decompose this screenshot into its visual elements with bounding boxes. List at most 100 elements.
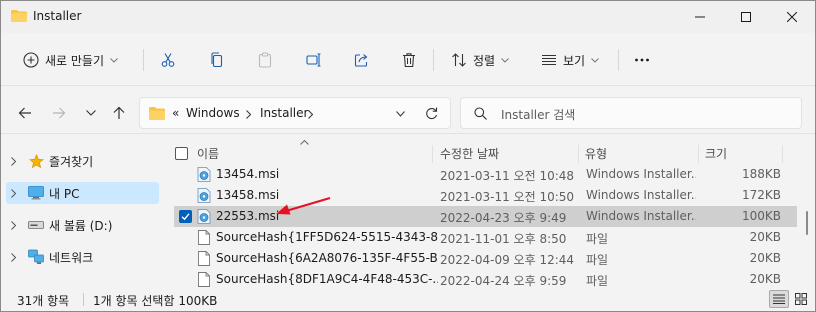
column-divider[interactable]	[782, 145, 783, 163]
column-divider[interactable]	[578, 145, 579, 163]
details-view-icon	[773, 294, 785, 304]
paste-icon	[258, 52, 272, 68]
toolbar-divider	[618, 49, 619, 71]
column-header-date[interactable]: 수정한 날짜	[440, 145, 499, 162]
more-button[interactable]	[634, 43, 650, 77]
copy-button[interactable]	[209, 43, 225, 77]
sidebar-item-network[interactable]: 네트워크	[6, 246, 159, 268]
file-row[interactable]: SourceHash{8DF1A9C4-4F48-453C-... 2022-04…	[174, 269, 797, 287]
breadcrumb-overflow[interactable]: «	[172, 106, 179, 120]
details-view-button[interactable]	[769, 290, 789, 308]
file-type: 파일	[586, 274, 609, 287]
file-row[interactable]: 13454.msi 2021-03-11 오전 10:48 Windows Inst…	[174, 164, 797, 185]
network-icon	[28, 249, 44, 264]
file-row[interactable]: 13458.msi 2021-03-11 오전 10:50 Windows Inst…	[174, 185, 797, 206]
vertical-scrollbar[interactable]	[800, 137, 814, 287]
chevron-right-icon	[308, 110, 313, 119]
select-all-checkbox[interactable]	[175, 147, 188, 160]
breadcrumb-item[interactable]: Installer	[260, 106, 308, 120]
file-size: 20KB	[749, 230, 781, 244]
msi-icon	[197, 188, 211, 203]
sidebar-item-drive-d[interactable]: 새 볼륨 (D:)	[6, 214, 159, 236]
address-bar[interactable]: « Windows Installer	[139, 97, 451, 129]
rename-icon	[306, 53, 321, 67]
item-count: 31개 항목	[17, 294, 70, 308]
chevron-down-icon	[501, 57, 509, 63]
file-date: 2022-04-24 오후 9:59	[440, 274, 567, 287]
view-lines-icon	[542, 54, 556, 66]
column-header-name[interactable]: 이름	[197, 145, 219, 162]
new-button[interactable]: 새로 만들기	[23, 43, 118, 77]
arrow-up-icon	[113, 106, 125, 119]
annotation-arrow	[276, 196, 331, 215]
sidebar-item-this-pc[interactable]: 내 PC	[6, 182, 159, 204]
sort-button[interactable]: 정렬	[451, 43, 509, 77]
scrollbar-thumb[interactable]	[806, 211, 808, 235]
search-input[interactable]: Installer 검색	[501, 106, 575, 123]
search-box[interactable]: Installer 검색	[460, 97, 802, 129]
computer-icon	[28, 186, 44, 200]
cut-button[interactable]	[160, 43, 176, 77]
file-type: 파일	[586, 232, 609, 246]
chevron-right-icon	[246, 110, 251, 119]
folder-icon	[11, 10, 27, 22]
file-row[interactable]: SourceHash{6A2A8076-135F-4F55-B... 2022-0…	[174, 248, 797, 269]
delete-icon	[403, 53, 415, 68]
file-type: Windows Installer...	[586, 167, 696, 181]
breadcrumb-item[interactable]: Windows	[186, 106, 240, 120]
recent-locations-button[interactable]	[77, 99, 105, 127]
file-icon	[198, 230, 210, 245]
selection-info: 1개 항목 선택함 100KB	[93, 294, 218, 308]
chevron-right-icon	[10, 188, 16, 198]
close-button[interactable]	[769, 1, 815, 33]
minimize-icon	[695, 16, 705, 18]
explorer-window: Installer 새로 만들기 정렬 보기 « Windows Install…	[0, 0, 816, 312]
toolbar-divider	[433, 49, 434, 71]
view-button[interactable]: 보기	[541, 43, 599, 77]
sidebar-item-label: 새 볼륨 (D:)	[49, 218, 113, 233]
chevron-right-icon	[10, 252, 16, 262]
maximize-button[interactable]	[723, 1, 769, 33]
status-divider	[83, 293, 84, 306]
paste-button[interactable]	[257, 43, 273, 77]
file-date: 2021-11-01 오후 8:50	[440, 232, 567, 246]
maximize-icon	[741, 12, 751, 22]
file-date: 2021-03-11 오전 10:50	[440, 190, 575, 204]
file-list: 이름 수정한 날짜 유형 크기 13454.msi 2021-03-11 오전 1…	[164, 137, 797, 287]
chevron-down-icon[interactable]	[396, 111, 405, 117]
file-size: 20KB	[749, 251, 781, 265]
file-name: SourceHash{1FF5D624-5515-4343-8...	[216, 230, 438, 244]
sort-icon	[452, 53, 466, 67]
large-icons-view-button[interactable]	[791, 290, 811, 308]
up-button[interactable]	[105, 99, 133, 127]
row-checkbox-checked[interactable]	[179, 210, 192, 223]
column-divider[interactable]	[432, 145, 433, 163]
back-button[interactable]	[11, 99, 39, 127]
folder-icon	[149, 107, 165, 120]
rename-button[interactable]	[306, 43, 322, 77]
sidebar-item-favorites[interactable]: 즐겨찾기	[6, 150, 159, 172]
forward-button[interactable]	[45, 99, 73, 127]
column-header-size[interactable]: 크기	[705, 145, 727, 162]
file-row[interactable]: SourceHash{1FF5D624-5515-4343-8... 2021-1…	[174, 227, 797, 248]
file-type: Windows Installer...	[586, 188, 696, 202]
file-name: 13454.msi	[216, 167, 280, 181]
share-icon	[354, 54, 368, 67]
new-button-label: 새로 만들기	[45, 53, 105, 68]
file-row[interactable]: 22553.msi 2022-04-23 오후 9:49 Windows Insta…	[174, 206, 797, 227]
more-icon	[635, 58, 649, 62]
file-type: Windows Installer...	[586, 209, 696, 223]
divider	[1, 133, 815, 134]
file-size: 100KB	[741, 209, 781, 223]
refresh-icon[interactable]	[425, 107, 438, 120]
column-divider[interactable]	[698, 145, 699, 163]
sidebar-item-label: 네트워크	[49, 250, 94, 265]
cut-icon	[161, 53, 175, 67]
file-date: 2022-04-09 오후 12:44	[440, 253, 575, 267]
arrow-right-icon	[53, 107, 66, 119]
delete-button[interactable]	[401, 43, 417, 77]
column-header-type[interactable]: 유형	[585, 145, 607, 162]
minimize-button[interactable]	[677, 1, 723, 33]
file-name: SourceHash{6A2A8076-135F-4F55-B...	[216, 251, 438, 265]
share-button[interactable]	[354, 43, 370, 77]
